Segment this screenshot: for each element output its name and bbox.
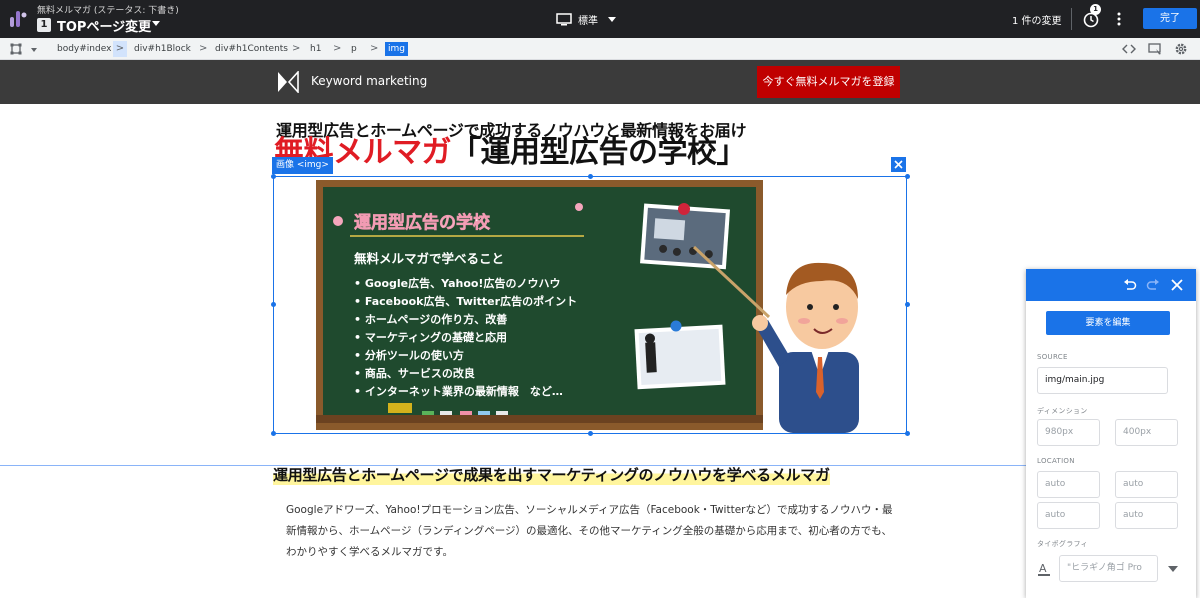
panel-header bbox=[1026, 269, 1196, 301]
height-field[interactable]: 400px bbox=[1115, 419, 1178, 446]
location-top-field[interactable]: auto bbox=[1037, 471, 1100, 498]
element-breadcrumb-bar: body#index > div#h1Block > div#h1Content… bbox=[0, 38, 1200, 60]
resize-handle[interactable] bbox=[271, 302, 276, 307]
more-vert-icon[interactable] bbox=[1114, 11, 1124, 27]
selection-outline bbox=[273, 176, 907, 434]
close-icon[interactable] bbox=[891, 157, 906, 172]
source-label: SOURCE bbox=[1037, 353, 1068, 361]
variant-selector[interactable]: TOPページ変更 bbox=[57, 16, 151, 35]
source-field[interactable]: img/main.jpg bbox=[1037, 367, 1168, 394]
location-bottom-field[interactable]: auto bbox=[1037, 502, 1100, 529]
divider bbox=[1071, 8, 1072, 30]
history-badge: 1 bbox=[1090, 4, 1101, 15]
location-left-field[interactable]: auto bbox=[1115, 502, 1178, 529]
optimize-logo-icon bbox=[10, 11, 27, 27]
breadcrumb-separator: > bbox=[370, 43, 379, 54]
text-color-icon[interactable]: A bbox=[1037, 561, 1051, 577]
changes-count[interactable]: 1 件の変更 bbox=[1012, 12, 1062, 27]
breadcrumb-item[interactable]: body#index bbox=[57, 38, 111, 60]
chevron-down-icon[interactable] bbox=[31, 48, 37, 52]
chevron-down-icon bbox=[608, 16, 616, 22]
dimension-label: ディメンション bbox=[1037, 407, 1088, 415]
close-icon[interactable] bbox=[1170, 278, 1184, 292]
screen-select-icon[interactable] bbox=[1148, 42, 1162, 56]
selected-element-label: 画像 <img> bbox=[272, 157, 333, 174]
breadcrumb-item[interactable]: h1 bbox=[310, 38, 321, 60]
select-element-icon[interactable] bbox=[10, 43, 22, 55]
code-icon[interactable] bbox=[1122, 42, 1136, 56]
top-app-bar: 無料メルマガ (ステータス: 下書き) 1 TOPページ変更 標準 1 件の変更… bbox=[0, 0, 1200, 38]
breadcrumb-separator: > bbox=[199, 43, 208, 54]
breadcrumb-item-active[interactable]: img bbox=[385, 42, 408, 56]
resize-handle[interactable] bbox=[905, 302, 910, 307]
done-button[interactable]: 完了 bbox=[1143, 8, 1197, 29]
resize-handle[interactable] bbox=[271, 174, 276, 179]
headline: 無料メルマガ「運用型広告の学校」 bbox=[274, 135, 747, 171]
breadcrumb-separator: > bbox=[292, 43, 301, 54]
element-editor-panel: 要素を編集 SOURCE img/main.jpg ディメンション 980px … bbox=[1026, 269, 1196, 598]
svg-text:A: A bbox=[1039, 562, 1047, 575]
optimize-editor: 無料メルマガ (ステータス: 下書き) 1 TOPページ変更 標準 1 件の変更… bbox=[0, 0, 1200, 598]
container-meta: 無料メルマガ (ステータス: 下書き) bbox=[37, 6, 179, 16]
device-label: 標準 bbox=[578, 15, 598, 27]
undo-icon[interactable] bbox=[1123, 278, 1137, 292]
resize-handle[interactable] bbox=[905, 431, 910, 436]
breadcrumb-item[interactable]: p bbox=[351, 38, 357, 60]
typography-label: タイポグラフィ bbox=[1037, 540, 1088, 548]
chevron-down-icon[interactable] bbox=[152, 21, 160, 26]
breadcrumb-separator: > bbox=[333, 43, 342, 54]
font-family-field[interactable]: "ヒラギノ角ゴ Pro bbox=[1059, 555, 1158, 582]
device-selector[interactable]: 標準 bbox=[556, 10, 616, 28]
subscribe-cta-button[interactable]: 今すぐ無料メルマガを登録 bbox=[757, 66, 900, 98]
redo-icon[interactable] bbox=[1146, 278, 1160, 292]
resize-handle[interactable] bbox=[588, 431, 593, 436]
keyword-marketing-logo-icon bbox=[278, 71, 299, 93]
site-header: Keyword marketing 今すぐ無料メルマガを登録 bbox=[0, 60, 1200, 104]
breadcrumb-item[interactable]: div#h1Block bbox=[134, 38, 191, 60]
gear-icon[interactable] bbox=[1174, 42, 1188, 56]
location-right-field[interactable]: auto bbox=[1115, 471, 1178, 498]
headline-black: 「運用型広告の学校」 bbox=[451, 135, 747, 170]
width-field[interactable]: 980px bbox=[1037, 419, 1100, 446]
breadcrumb-item[interactable]: div#h1Contents bbox=[215, 38, 288, 60]
resize-handle[interactable] bbox=[905, 174, 910, 179]
intro-paragraph: Googleアドワーズ、Yahoo!プロモーション広告、ソーシャルメディア広告（… bbox=[286, 504, 893, 558]
chevron-down-icon[interactable] bbox=[1168, 566, 1178, 572]
edit-element-button[interactable]: 要素を編集 bbox=[1046, 311, 1170, 335]
location-label: LOCATION bbox=[1037, 457, 1075, 465]
resize-handle[interactable] bbox=[271, 431, 276, 436]
breadcrumb-separator: > bbox=[113, 41, 127, 57]
site-brand-name[interactable]: Keyword marketing bbox=[311, 74, 427, 88]
section-heading: 運用型広告とホームページで成果を出すマーケティングのノウハウを学べるメルマガ bbox=[273, 464, 830, 485]
monitor-icon bbox=[556, 12, 572, 25]
version-badge: 1 bbox=[37, 18, 51, 32]
resize-handle[interactable] bbox=[588, 174, 593, 179]
